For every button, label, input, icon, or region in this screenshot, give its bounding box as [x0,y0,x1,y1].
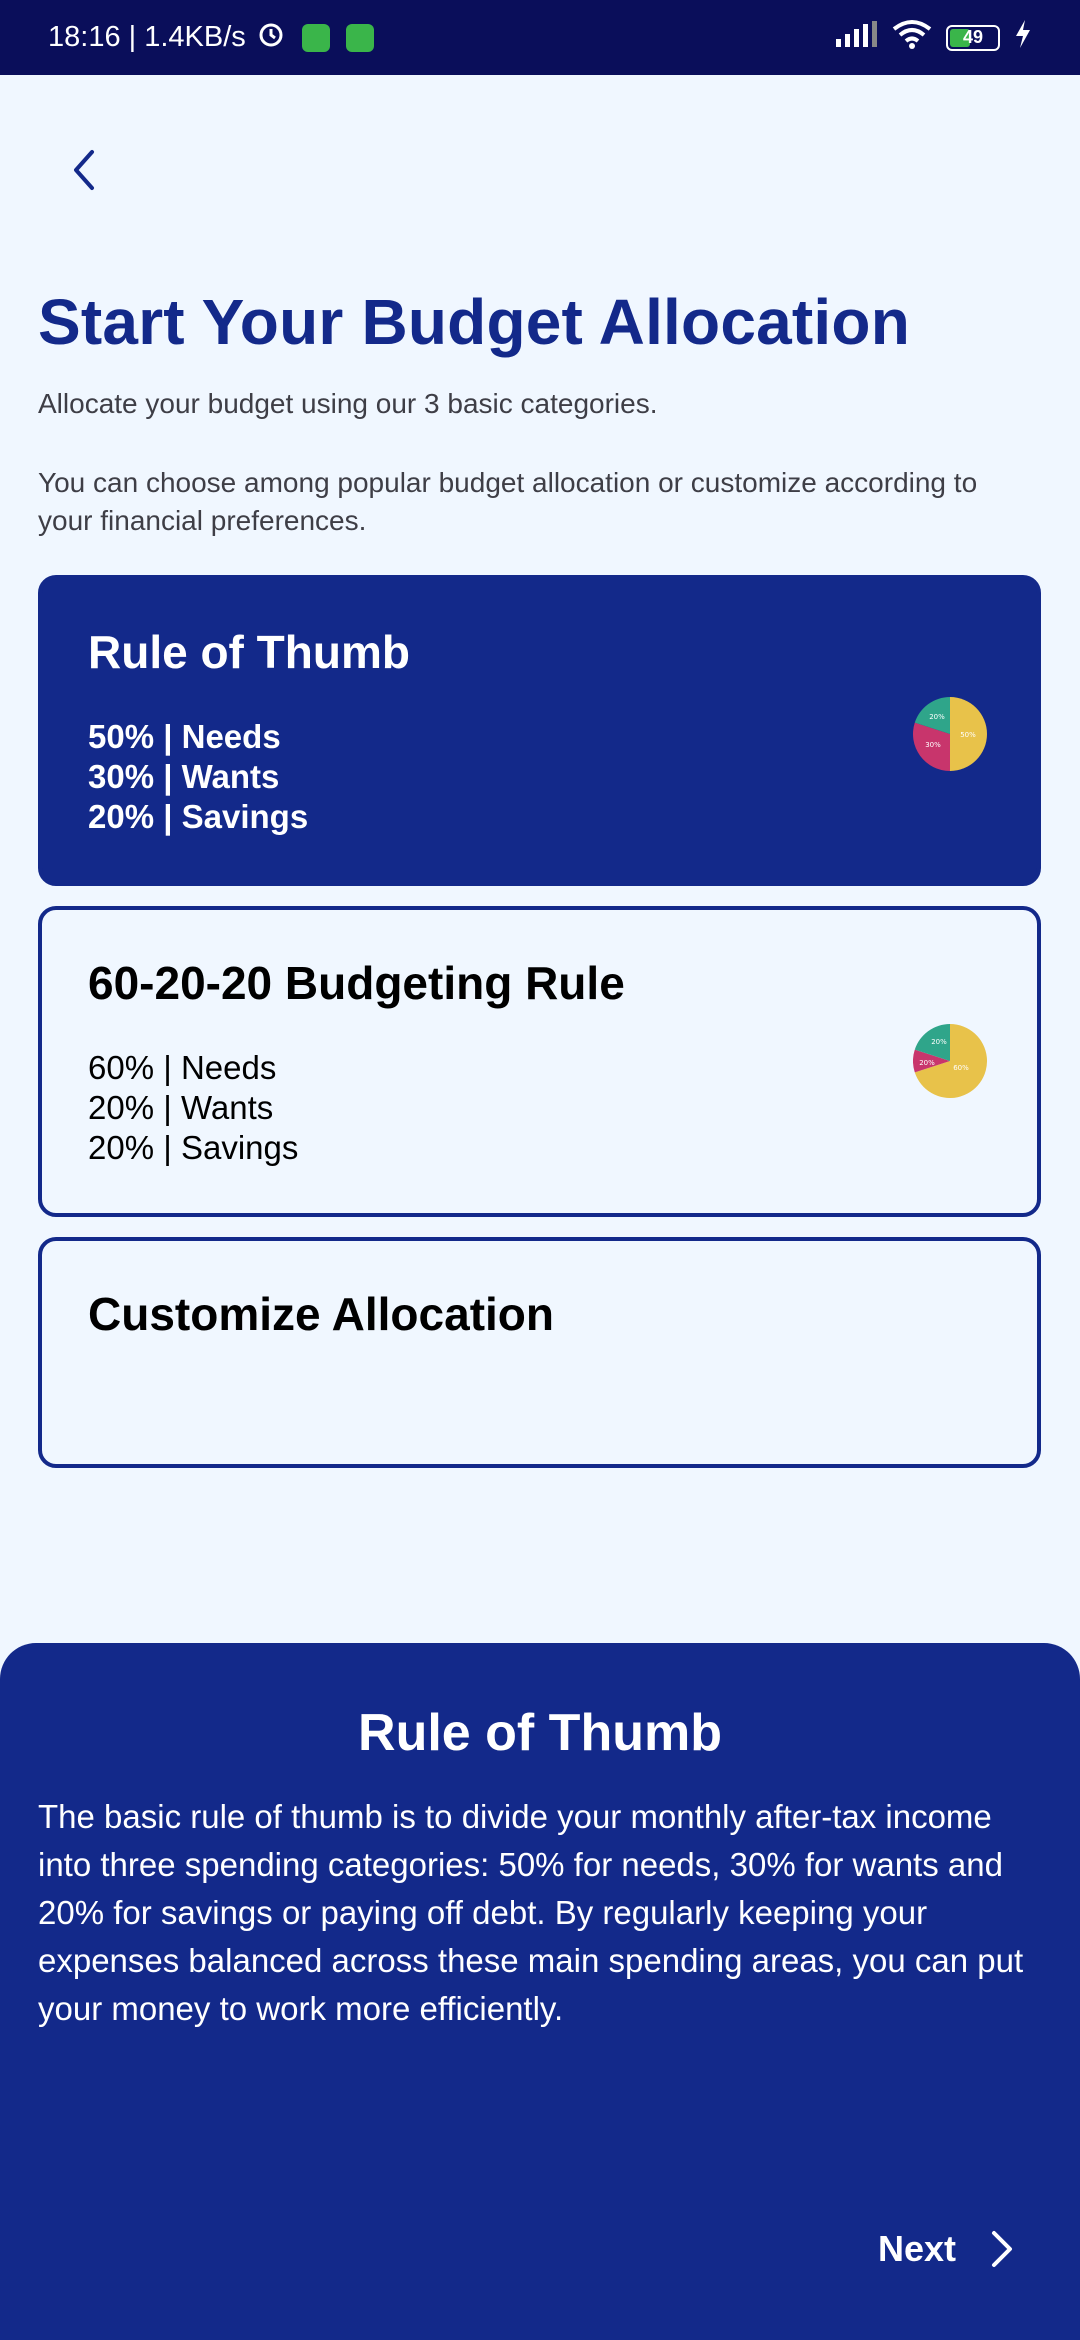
option-line-wants: 30% | Wants [88,758,280,795]
page-description: You can choose among popular budget allo… [38,467,978,536]
next-button[interactable]: Next [878,2228,1014,2270]
status-time-speed: 18:16 | 1.4KB/s [48,21,246,53]
signal-icon [836,20,878,55]
option-lines: 60% | Needs 20% | Wants 20% | Savings [88,1048,298,1168]
option-line-wants: 20% | Wants [88,1089,274,1126]
detail-sheet: Rule of Thumb The basic rule of thumb is… [0,1643,1080,2340]
option-card-60-20-20[interactable]: 60-20-20 Budgeting Rule 60% | Needs 20% … [38,906,1041,1217]
option-title: Rule of Thumb [88,626,410,678]
chevron-left-icon [74,150,94,190]
option-line-needs: 60% | Needs [88,1049,277,1086]
battery-icon: 49 [946,24,1000,51]
pie-label-wants: 20% [919,1059,935,1067]
page-subtitle: Allocate your budget using our 3 basic c… [38,388,658,419]
status-left: 18:16 | 1.4KB/s [48,19,374,57]
pie-label-wants: 30% [925,741,941,749]
option-line-savings: 20% | Savings [88,798,309,835]
back-button[interactable] [58,140,108,200]
pie-label-savings: 20% [931,1038,947,1046]
option-lines: 50% | Needs 30% | Wants 20% | Savings [88,717,308,837]
charging-icon [1014,19,1032,56]
option-line-savings: 20% | Savings [88,1129,299,1166]
detail-body: The basic rule of thumb is to divide you… [38,1798,1024,2027]
page-title: Start Your Budget Allocation [38,286,911,358]
option-title: 60-20-20 Budgeting Rule [88,957,625,1009]
detail-title: Rule of Thumb [358,1704,722,1762]
pie-chart-icon: 50% 30% 20% [913,697,987,771]
pie-label-savings: 20% [929,713,945,721]
app-notification-icon [301,23,330,52]
option-title: Customize Allocation [88,1288,554,1340]
chevron-right-icon [992,2231,1012,2267]
pie-label-needs: 60% [953,1064,969,1072]
app-notification-icon [345,23,374,52]
pie-label-needs: 50% [960,731,976,739]
next-label: Next [877,2228,956,2269]
option-card-customize[interactable]: Customize Allocation [38,1237,1041,1468]
status-bar: 18:16 | 1.4KB/s 49 [0,0,1080,75]
option-line-needs: 50% | Needs [88,718,281,755]
status-right: 49 [836,19,1032,57]
battery-level: 49 [962,27,984,47]
wifi-icon [892,19,932,57]
alarm-icon [256,19,286,57]
option-card-rule-of-thumb[interactable]: Rule of Thumb 50% | Needs 30% | Wants 20… [38,575,1041,886]
pie-chart-icon: 60% 20% 20% [913,1024,987,1098]
